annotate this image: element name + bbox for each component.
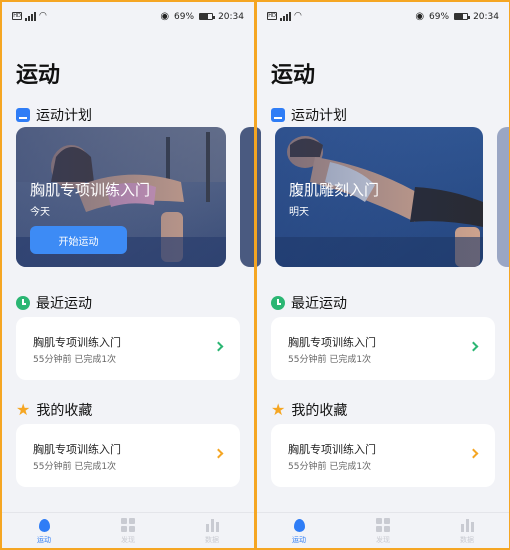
section-plan-label: 运动计划 (291, 108, 347, 124)
wifi-icon: ◠ (39, 11, 47, 21)
status-bar: HD ◠ ◉ 69% 20:34 (257, 2, 509, 32)
chevron-right-icon (213, 448, 224, 459)
clock-icon (271, 296, 285, 310)
battery-icon (454, 13, 471, 20)
tab-data-label: 数据 (205, 536, 219, 544)
section-recent-label: 最近运动 (36, 296, 92, 312)
star-icon: ★ (271, 400, 286, 419)
section-favorites-label: 我的收藏 (36, 403, 93, 419)
plan-card-title: 腹肌雕刻入门 (289, 181, 380, 199)
next-plan-card-peek[interactable] (497, 127, 509, 267)
favorite-workout-title: 胸肌专项训练入门 (288, 443, 376, 456)
sim-icon: HD (12, 12, 22, 20)
favorite-workout-title: 胸肌专项训练入门 (33, 443, 121, 456)
grid-icon (376, 518, 390, 532)
chevron-right-icon (468, 448, 479, 459)
section-plan-label: 运动计划 (36, 108, 92, 124)
section-plan: 运动计划 (16, 105, 92, 125)
phone-screen-right: HD ◠ ◉ 69% 20:34 运动 运动计划 腹肌雕刻入门 明天 最近运动 … (257, 2, 509, 548)
plan-card-day: 今天 (30, 207, 50, 218)
star-icon: ★ (16, 400, 31, 419)
battery-icon (199, 13, 216, 20)
section-favorites: ★ 我的收藏 (16, 400, 92, 420)
eye-icon: ◉ (160, 11, 170, 22)
section-recent: 最近运动 (16, 293, 92, 313)
section-recent-label: 最近运动 (291, 296, 347, 312)
tab-exercise-label: 运动 (37, 536, 51, 544)
tab-exercise[interactable]: 运动 (24, 517, 64, 545)
clock-icon (16, 296, 30, 310)
next-plan-card-peek[interactable] (240, 127, 254, 267)
tab-exercise-label: 运动 (292, 536, 306, 544)
recent-workout-title: 胸肌专项训练入门 (33, 336, 121, 349)
recent-workout-meta: 55分钟前 已完成1次 (33, 355, 117, 365)
plan-icon (16, 108, 30, 122)
chevron-right-icon (468, 341, 479, 352)
plan-icon (271, 108, 285, 122)
status-bar: HD ◠ ◉ 69% 20:34 (2, 2, 254, 32)
favorite-workout-meta: 55分钟前 已完成1次 (288, 462, 372, 472)
favorite-workout-item[interactable]: 胸肌专项训练入门 55分钟前 已完成1次 (16, 424, 240, 487)
recent-workout-title: 胸肌专项训练入门 (288, 336, 376, 349)
tab-discover[interactable]: 发现 (363, 517, 403, 545)
recent-workout-meta: 55分钟前 已完成1次 (288, 355, 372, 365)
drop-icon (38, 518, 50, 532)
plan-card-title: 胸肌专项训练入门 (30, 181, 151, 199)
status-time: 20:34 (473, 11, 499, 22)
tab-data-label: 数据 (460, 536, 474, 544)
sim-icon: HD (267, 12, 277, 20)
wifi-icon: ◠ (294, 11, 302, 21)
battery-percent: 69% (174, 11, 195, 22)
drop-icon (293, 518, 305, 532)
tab-discover[interactable]: 发现 (108, 517, 148, 545)
section-recent: 最近运动 (271, 293, 347, 313)
plan-card[interactable]: 胸肌专项训练入门 今天 开始运动 (16, 127, 226, 267)
tab-discover-label: 发现 (376, 536, 390, 544)
favorite-workout-meta: 55分钟前 已完成1次 (33, 462, 117, 472)
bar-chart-icon (205, 518, 219, 532)
section-plan: 运动计划 (271, 105, 347, 125)
tab-data[interactable]: 数据 (192, 517, 232, 545)
grid-icon (121, 518, 135, 532)
recent-workout-item[interactable]: 胸肌专项训练入门 55分钟前 已完成1次 (271, 317, 495, 380)
bottom-tab-bar: 运动 发现 数据 (2, 512, 254, 548)
signal-icon (280, 11, 291, 21)
battery-percent: 69% (429, 11, 450, 22)
status-time: 20:34 (218, 11, 244, 22)
recent-workout-item[interactable]: 胸肌专项训练入门 55分钟前 已完成1次 (16, 317, 240, 380)
signal-icon (25, 11, 36, 21)
bottom-tab-bar: 运动 发现 数据 (257, 512, 509, 548)
start-workout-button[interactable]: 开始运动 (30, 226, 127, 254)
bar-chart-icon (460, 518, 474, 532)
plan-card[interactable]: 腹肌雕刻入门 明天 (275, 127, 483, 267)
phone-screen-left: HD ◠ ◉ 69% 20:34 运动 运动计划 胸肌专项训练入门 今天 开始运… (2, 2, 254, 548)
section-favorites: ★ 我的收藏 (271, 400, 347, 420)
chevron-right-icon (213, 341, 224, 352)
page-title: 运动 (16, 63, 61, 88)
plan-card-day: 明天 (289, 207, 309, 218)
tab-exercise[interactable]: 运动 (279, 517, 319, 545)
eye-icon: ◉ (415, 11, 425, 22)
section-favorites-label: 我的收藏 (291, 403, 348, 419)
tab-data[interactable]: 数据 (447, 517, 487, 545)
prev-plan-card-peek[interactable] (257, 127, 261, 267)
favorite-workout-item[interactable]: 胸肌专项训练入门 55分钟前 已完成1次 (271, 424, 495, 487)
tab-discover-label: 发现 (121, 536, 135, 544)
page-title: 运动 (271, 63, 316, 88)
